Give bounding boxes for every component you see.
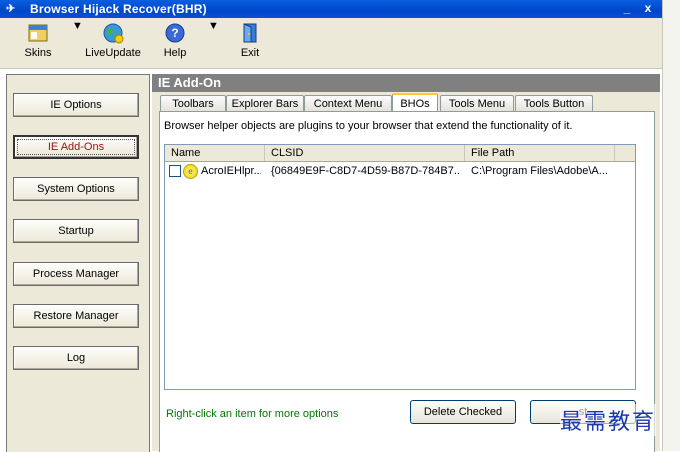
section-header: IE Add-On [152, 74, 660, 92]
row-clsid: {06849E9F-C8D7-4D59-B87D-784B7... [271, 165, 461, 177]
tab-context-menu[interactable]: Context Menu [304, 95, 392, 112]
globe-icon [103, 23, 124, 44]
bho-item-icon: e [183, 164, 198, 179]
toolbar: Skins ▼ LiveUpdate ? Help ▼ Exit [0, 18, 662, 69]
app-icon: ✈ [6, 3, 16, 15]
nav-ie-options[interactable]: IE Options [13, 93, 139, 117]
skins-button[interactable]: Skins [18, 20, 58, 64]
hint-text: Right-click an item for more options [166, 408, 339, 420]
liveupdate-button[interactable]: LiveUpdate [84, 20, 142, 64]
bho-list[interactable]: Name CLSID File Path e AcroIEHlpr... {06… [164, 144, 636, 390]
skins-dropdown-icon[interactable]: ▼ [72, 20, 83, 64]
window-title: Browser Hijack Recover(BHR) [30, 2, 207, 16]
title-bar: ✈ Browser Hijack Recover(BHR) _ x [0, 0, 662, 18]
help-button[interactable]: ? Help [160, 20, 190, 64]
exit-button[interactable]: Exit [236, 20, 264, 64]
column-file-path[interactable]: File Path [465, 145, 615, 161]
bho-description: Browser helper objects are plugins to yo… [164, 120, 573, 132]
skins-icon [28, 24, 48, 42]
skins-label: Skins [24, 47, 52, 59]
row-checkbox[interactable] [169, 165, 181, 177]
tab-toolbars[interactable]: Toolbars [160, 95, 226, 112]
watermark: 最需教育 [560, 404, 657, 436]
nav-log[interactable]: Log [13, 346, 139, 370]
exit-label: Exit [240, 47, 260, 59]
nav-startup[interactable]: Startup [13, 219, 139, 243]
help-icon: ? [165, 23, 185, 43]
liveupdate-label: LiveUpdate [85, 47, 141, 59]
row-file-path: C:\Program Files\Adobe\A... [471, 165, 608, 177]
column-name[interactable]: Name [165, 145, 265, 161]
tab-tools-menu[interactable]: Tools Menu [440, 95, 514, 112]
nav-process-manager[interactable]: Process Manager [13, 262, 139, 286]
help-dropdown-icon[interactable]: ▼ [208, 20, 219, 64]
nav-ie-add-ons[interactable]: IE Add-Ons [13, 135, 139, 159]
bhos-tab-page: Browser helper objects are plugins to yo… [159, 111, 655, 452]
row-name: AcroIEHlpr... [201, 165, 261, 177]
column-clsid[interactable]: CLSID [265, 145, 465, 161]
help-label: Help [163, 47, 187, 59]
tab-tools-button[interactable]: Tools Button [515, 95, 593, 112]
nav-system-options[interactable]: System Options [13, 177, 139, 201]
close-button[interactable]: x [641, 1, 655, 15]
tab-explorer-bars[interactable]: Explorer Bars [226, 95, 304, 112]
main-panel: IE Add-On Toolbars Explorer Bars Context… [152, 74, 660, 452]
desktop-edge [662, 0, 680, 451]
minimize-button[interactable]: _ [620, 1, 634, 15]
list-item[interactable]: e AcroIEHlpr... {06849E9F-C8D7-4D59-B87D… [165, 163, 635, 179]
exit-door-icon [243, 23, 257, 43]
list-header: Name CLSID File Path [165, 145, 635, 162]
svg-text:?: ? [171, 26, 178, 40]
navigation-panel: IE Options IE Add-Ons System Options Sta… [6, 74, 150, 452]
nav-restore-manager[interactable]: Restore Manager [13, 304, 139, 328]
delete-checked-button[interactable]: Delete Checked [410, 400, 516, 424]
